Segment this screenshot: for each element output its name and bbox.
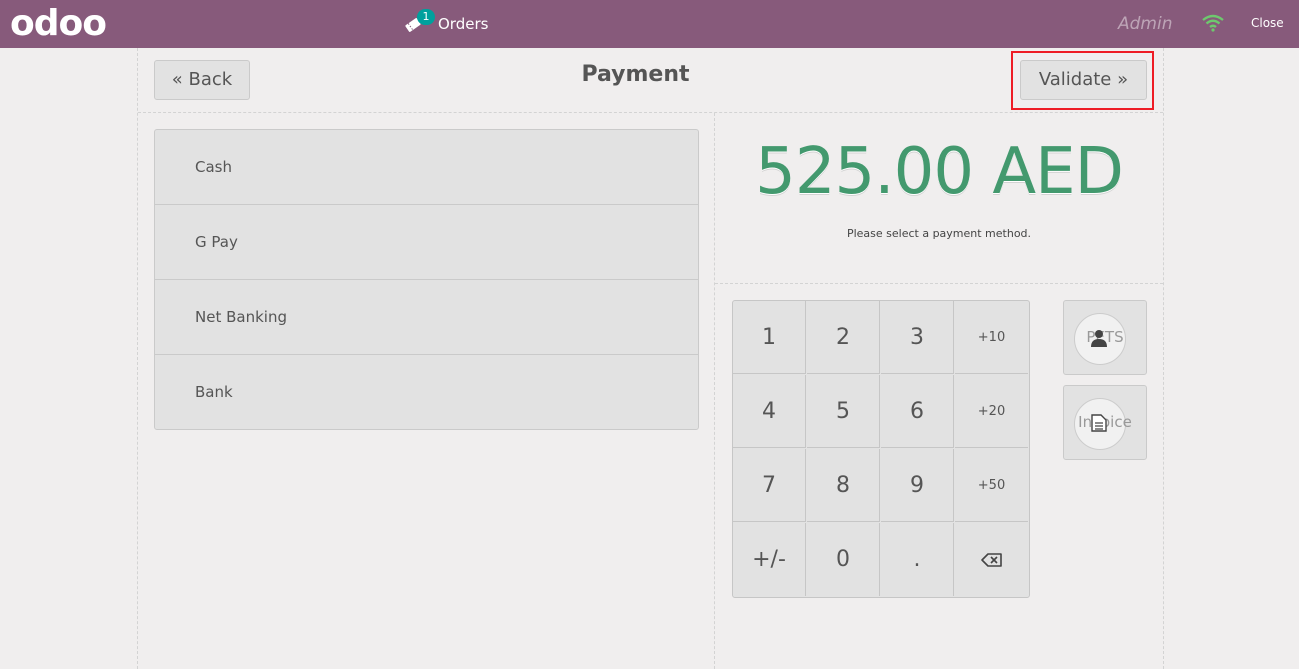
numpad-key-8[interactable]: 8 — [807, 449, 880, 522]
numpad-key-plus50[interactable]: +50 — [955, 449, 1028, 522]
numpad-key-plus-minus[interactable]: +/- — [733, 523, 806, 596]
numpad-key-2[interactable]: 2 — [807, 301, 880, 374]
payment-method-cash[interactable]: Cash — [155, 130, 698, 205]
payment-method-bank[interactable]: Bank — [155, 355, 698, 429]
payment-method-gpay[interactable]: G Pay — [155, 205, 698, 280]
numpad: 1 2 3 +10 4 5 6 +20 7 8 9 +50 +/- 0 . — [732, 300, 1030, 598]
payment-methods-pane: Cash G Pay Net Banking Bank — [138, 113, 715, 669]
numpad-key-4[interactable]: 4 — [733, 375, 806, 448]
numpad-key-plus10[interactable]: +10 — [955, 301, 1028, 374]
total-area: 525.00 AED Please select a payment metho… — [715, 113, 1163, 284]
numpad-key-5[interactable]: 5 — [807, 375, 880, 448]
user-icon — [1091, 330, 1107, 347]
orders-count-badge: 1 — [417, 9, 435, 25]
validate-label: Validate — [1038, 69, 1112, 90]
payment-screen: « Back Payment Validate » Cash G Pay Net… — [137, 48, 1164, 669]
numpad-key-6[interactable]: 6 — [881, 375, 954, 448]
page-title: Payment — [581, 62, 690, 87]
numpad-key-dot[interactable]: . — [881, 523, 954, 596]
numpad-key-0[interactable]: 0 — [807, 523, 880, 596]
payment-top-bar: « Back Payment Validate » — [138, 48, 1163, 113]
cashier-name[interactable]: Admin — [1118, 14, 1172, 34]
orders-label: Orders — [438, 15, 489, 33]
numpad-key-plus20[interactable]: +20 — [955, 375, 1028, 448]
payment-methods-list: Cash G Pay Net Banking Bank — [154, 129, 699, 430]
numpad-key-backspace[interactable] — [955, 523, 1028, 596]
numpad-key-7[interactable]: 7 — [733, 449, 806, 522]
validate-button[interactable]: Validate » — [1020, 60, 1147, 100]
file-text-icon — [1091, 414, 1107, 432]
odoo-logo: odoo — [10, 3, 107, 44]
total-amount: 525.00 AED — [755, 135, 1124, 209]
payment-right-pane: 525.00 AED Please select a payment metho… — [715, 113, 1163, 669]
close-button[interactable]: Close — [1251, 16, 1284, 30]
backspace-icon — [980, 553, 1002, 567]
double-chevron-right-icon: » — [1117, 69, 1129, 90]
numpad-key-3[interactable]: 3 — [881, 301, 954, 374]
numpad-key-9[interactable]: 9 — [881, 449, 954, 522]
top-bar: odoo 1 Orders Admin Close — [0, 0, 1299, 48]
numpad-key-1[interactable]: 1 — [733, 301, 806, 374]
customer-button[interactable]: PETS — [1063, 300, 1147, 375]
payment-hint: Please select a payment method. — [846, 227, 1032, 240]
payment-method-net-banking[interactable]: Net Banking — [155, 280, 698, 355]
wifi-icon — [1202, 14, 1224, 32]
invoice-button[interactable]: Invoice — [1063, 385, 1147, 460]
